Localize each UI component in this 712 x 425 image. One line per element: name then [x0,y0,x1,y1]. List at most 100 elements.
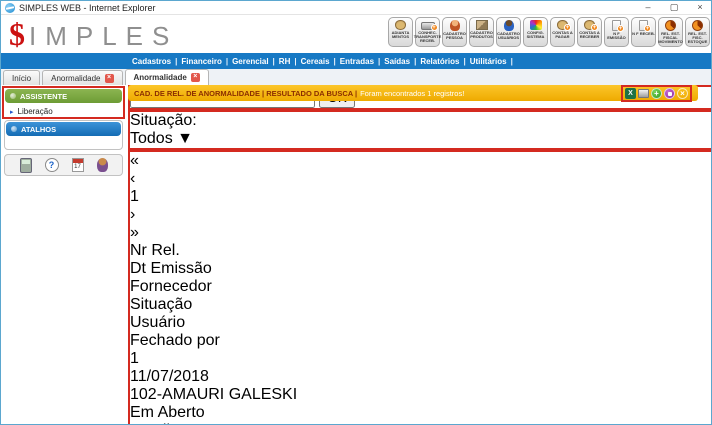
tab-close-icon[interactable]: × [105,74,114,83]
toolbar-button-label: CONTAS A RECEBER [578,31,601,39]
toolbar-button-label: CADASTRO PRODUTOS [470,31,493,39]
menu-item-relatorios[interactable]: Relatórios [417,57,462,66]
column-header-fornecedor[interactable]: Fornecedor [130,278,711,296]
menu-item-utilitarios[interactable]: Utilitários [467,57,510,66]
menu-item-cereais[interactable]: Cereais [298,57,333,66]
column-header-usuario[interactable]: Usuário [130,314,711,332]
money-bag-plus-icon: + [557,20,568,30]
toolbar-button-contas-a-pagar[interactable]: + CONTAS A PAGAR [550,17,575,47]
tab-close-icon[interactable]: × [191,73,200,82]
assistente-header[interactable]: ASSISTENTE [5,89,122,103]
document-tab-bar: Início Anormalidade × Anormalidade × [1,69,712,85]
toolbar-button-cadastro-usuarios[interactable]: CADASTRO USUÁRIOS [496,17,521,47]
products-icon [476,20,488,30]
table-row[interactable]: 1 11/07/2018 102-AMAURI GALESKI Em Abert… [130,350,711,425]
plus-badge-icon: + [431,24,438,31]
cell-fornecedor[interactable]: 102-AMAURI GALESKI [130,386,711,404]
assistente-title: ASSISTENTE [20,92,67,101]
toolbar-button-conhec-transporte[interactable]: + CONHEC. TRANSPORTE RECEB. [415,17,440,47]
main-menu-bar: Cadastros | Financeiro | Gerencial | RH … [1,53,712,69]
toolbar-button-label: CONTAS A PAGAR [551,31,574,39]
pie-chart-icon [692,20,703,31]
shortcuts-box: ? 17 [4,154,123,176]
toolbar-button-adiantamentos[interactable]: ADIANTA MENTOS [388,17,413,47]
menu-item-financeiro[interactable]: Financeiro [178,57,224,66]
plus-badge-icon: + [564,24,571,31]
result-header-title: CAD. DE REL. DE ANORMALIDADE | RESULTADO… [134,89,357,98]
menu-item-saidas[interactable]: Saídas [381,57,413,66]
atalhos-box: ATALHOS [4,120,123,150]
situacao-select[interactable]: Todos ▼ [130,130,711,148]
calculator-icon[interactable] [20,158,32,173]
maximize-button[interactable]: ▢ [661,1,687,14]
toolbar-button-config-sistema[interactable]: CONFIG. SISTEMA [523,17,548,47]
person-shortcut-icon[interactable] [97,158,108,172]
column-header-dt-emissao[interactable]: Dt Emissão [130,260,711,278]
tab-inicio[interactable]: Início [3,70,40,85]
situacao-label: Situação: [130,112,197,129]
cell-nr-rel[interactable]: 1 [130,350,711,368]
toolbar-button-cadastro-pessoa[interactable]: CADASTRO PESSOA [442,17,467,47]
tab-anormalidade-1[interactable]: Anormalidade × [42,70,122,85]
app-header: $ IMPLES ADIANTA MENTOS + CONHEC. TRANSP… [1,15,712,53]
bullet-icon [11,126,17,132]
toolbar-button-label: N F RECEB. [632,32,655,36]
window-controls: – ▢ × [635,1,712,14]
toolbar-button-nf-receb[interactable]: + N F RECEB. [631,17,656,47]
annotation-highlight-assistente: ASSISTENTE ▸ Liberação [2,86,125,119]
pagination-prev-button[interactable]: ‹ [130,170,711,188]
atalhos-header[interactable]: ATALHOS [6,122,121,136]
sidebar-item-label: Liberação [18,107,53,116]
result-count-text: Foram encontrados 1 registros! [360,89,464,98]
menu-item-cadastros[interactable]: Cadastros [129,57,174,66]
menu-item-rh[interactable]: RH [276,57,294,66]
person-icon [450,20,460,31]
pagination-next-button[interactable]: › [130,206,711,224]
situacao-selected-value: Todos [130,130,173,147]
annotation-highlight-actions: X + × [621,85,692,102]
pagination-last-button[interactable]: » [130,224,711,242]
column-header-nr-rel[interactable]: Nr Rel. [130,242,711,260]
toolbar-button-rel-est-estoque[interactable]: REL. EST. FISC. ESTOQUE [685,17,710,47]
palette-icon [530,20,542,30]
toolbar-button-nf-emissao[interactable]: + N F EMISSÃO [604,17,629,47]
printer-icon[interactable] [638,89,649,98]
close-window-button[interactable]: × [687,1,712,14]
tab-label: Anormalidade [51,74,100,83]
purple-action-icon[interactable] [664,88,675,99]
toolbar-button-label: CADASTRO PESSOA [443,32,466,40]
export-excel-icon[interactable]: X [625,88,636,99]
money-bag-plus-icon: + [584,20,595,30]
minimize-button[interactable]: – [635,1,661,14]
pagination-first-button[interactable]: « [130,152,711,170]
plus-badge-icon: + [591,24,598,31]
simples-web-window: SIMPLES WEB - Internet Explorer – ▢ × $ … [0,0,712,425]
toolbar-button-label: CADASTRO USUÁRIOS [497,32,520,40]
menu-item-gerencial[interactable]: Gerencial [229,57,271,66]
toolbar-button-contas-a-receber[interactable]: + CONTAS A RECEBER [577,17,602,47]
money-bag-icon [395,20,406,30]
toolbar-button-label: CONFIG. SISTEMA [524,31,547,39]
toolbar-button-label: REL. EST. FISC. ESTOQUE [686,32,709,44]
result-header-bar: CAD. DE REL. DE ANORMALIDADE | RESULTADO… [128,85,698,101]
dollar-logo-glyph: $ [9,16,25,53]
cell-dt-emissao[interactable]: 11/07/2018 [130,368,711,386]
column-header-fechado-por[interactable]: Fechado por [130,332,711,350]
column-header-situacao[interactable]: Situação [130,296,711,314]
quick-access-toolbar: ADIANTA MENTOS + CONHEC. TRANSPORTE RECE… [388,17,710,47]
truck-icon: + [421,22,435,30]
user-icon [504,20,514,31]
close-panel-icon[interactable]: × [677,88,688,99]
toolbar-button-rel-est-movimento[interactable]: REL. EST. FISCAL MOVIMENTO [658,17,683,47]
tab-anormalidade-2-active[interactable]: Anormalidade × [125,69,209,85]
help-icon[interactable]: ? [45,158,59,172]
toolbar-button-cadastro-produtos[interactable]: CADASTRO PRODUTOS [469,17,494,47]
pagination-bar: « ‹ 1 › » [130,152,711,242]
tab-label: Anormalidade [134,73,187,82]
chevron-down-icon: ▼ [177,130,193,147]
calendar-icon[interactable]: 17 [72,158,84,172]
plus-badge-icon: + [644,25,651,32]
sidebar-item-liberacao[interactable]: ▸ Liberação [4,104,123,118]
add-record-icon[interactable]: + [651,88,662,99]
menu-item-entradas[interactable]: Entradas [337,57,377,66]
